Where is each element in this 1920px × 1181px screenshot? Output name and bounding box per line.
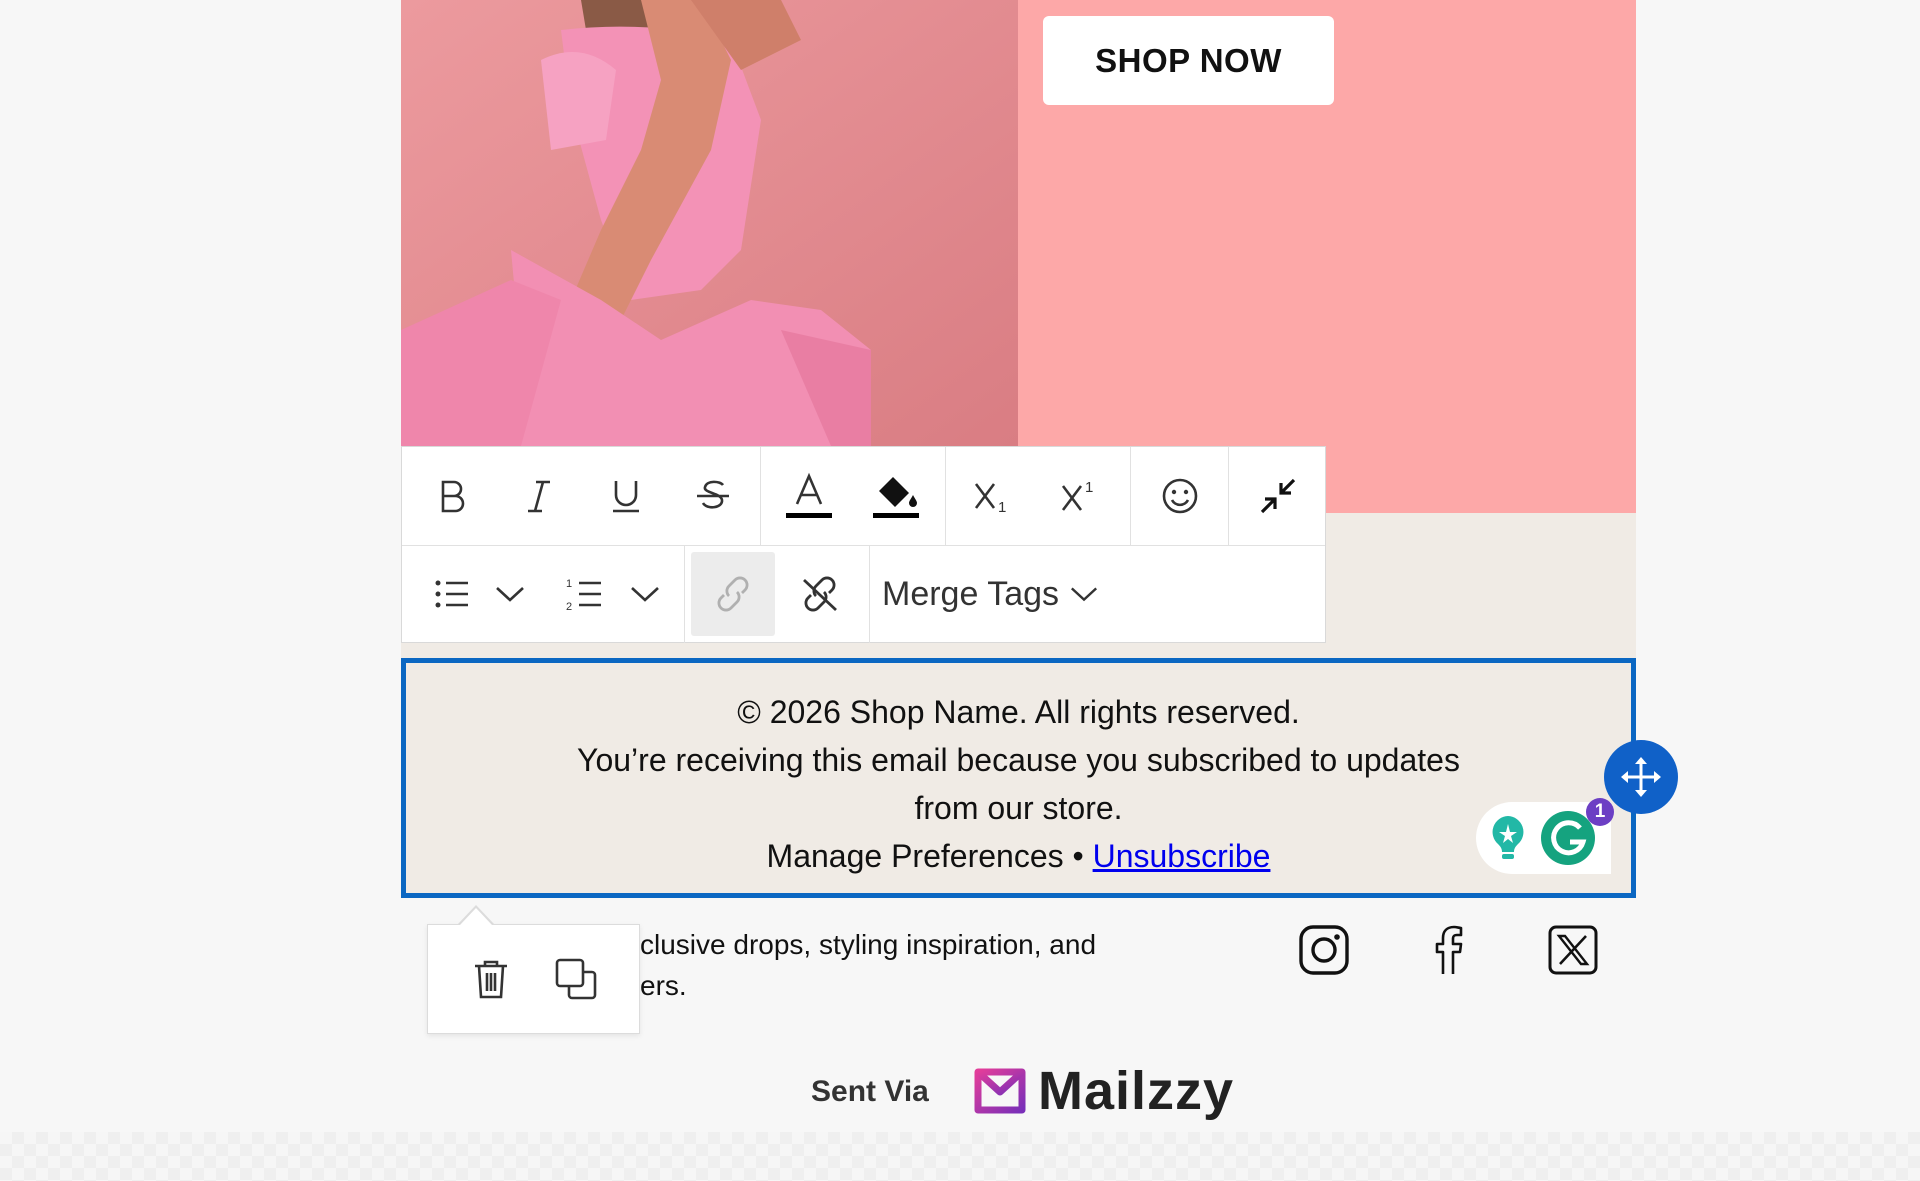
block-actions-popover: [427, 924, 640, 1034]
chevron-down-icon: [496, 587, 524, 602]
merge-tags-dropdown[interactable]: Merge Tags: [882, 559, 1099, 629]
subscript-icon: 1: [974, 483, 1006, 516]
bullet-list-icon: [435, 580, 468, 608]
toolbar-row-1: 1 1: [402, 447, 1325, 546]
background-color-button[interactable]: [861, 461, 931, 531]
subscription-reason-line-2: from our store.: [914, 790, 1123, 826]
link-separator: •: [1063, 838, 1093, 874]
italic-button[interactable]: [504, 461, 574, 531]
toolbar-divider: [869, 545, 870, 643]
superscript-button[interactable]: 1: [1046, 461, 1116, 531]
italic-icon: [528, 480, 550, 513]
paint-bucket-icon: [873, 477, 919, 518]
svg-text:1: 1: [566, 578, 572, 590]
lightbulb-icon: [1492, 816, 1524, 859]
footer-links: Manage Preferences • Unsubscribe: [406, 832, 1631, 880]
facebook-icon: [1435, 925, 1463, 974]
x-icon: [1548, 925, 1598, 975]
chevron-down-icon: [631, 587, 659, 602]
bold-icon: [441, 480, 465, 513]
transparent-background: [0, 1132, 1920, 1181]
emoji-icon: [1162, 478, 1198, 514]
toolbar-row-2: 12 Merge Tags: [402, 545, 1325, 643]
model-photo: [401, 0, 1018, 446]
duplicate-icon: [555, 958, 597, 1000]
x-link[interactable]: [1543, 920, 1603, 980]
svg-text:1: 1: [1085, 479, 1093, 496]
popover-arrow-inner: [460, 908, 492, 925]
strikethrough-button[interactable]: [678, 461, 748, 531]
link-button[interactable]: [691, 552, 775, 636]
mailzzy-logo-icon: [974, 1068, 1026, 1114]
underline-icon: [613, 481, 639, 513]
subscription-reason-line-1: You’re receiving this email because you …: [577, 742, 1460, 778]
mailzzy-wordmark: Mailzzy: [1038, 1061, 1235, 1121]
blurb-line-2: ers.: [640, 970, 687, 1001]
hero-image: [401, 0, 1018, 446]
underline-button[interactable]: [591, 461, 661, 531]
strikethrough-icon: [697, 480, 729, 509]
toolbar-divider: [1130, 447, 1131, 545]
sent-via-label: Sent Via: [811, 1075, 929, 1108]
collapse-icon: [1260, 478, 1296, 514]
trash-icon: [474, 960, 507, 999]
text-color-button[interactable]: [774, 461, 844, 531]
footer-text-block[interactable]: © 2026 Shop Name. All rights reserved. Y…: [401, 658, 1636, 898]
subscript-button[interactable]: 1: [959, 461, 1029, 531]
move-handle[interactable]: [1604, 740, 1678, 814]
numbered-list-icon: 12: [566, 578, 601, 613]
toolbar-divider: [684, 545, 685, 643]
text-color-icon: [786, 472, 832, 518]
merge-tags-label: Merge Tags: [882, 574, 1060, 613]
delete-block-button[interactable]: [461, 949, 521, 1009]
text-formatting-toolbar: 1 1 12 Merge Tags: [401, 446, 1326, 643]
mailzzy-logo[interactable]: Mailzzy: [972, 1060, 1234, 1122]
link-icon: [717, 576, 749, 612]
newsletter-blurb: clusive drops, styling inspiration, and …: [640, 924, 1160, 1006]
bold-button[interactable]: [417, 461, 487, 531]
copyright-text: © 2026 Shop Name. All rights reserved.: [737, 694, 1300, 730]
superscript-icon: 1: [1061, 479, 1093, 511]
unsubscribe-link[interactable]: Unsubscribe: [1093, 838, 1271, 874]
collapse-toolbar-button[interactable]: [1243, 461, 1313, 531]
toolbar-divider: [760, 447, 761, 545]
duplicate-block-button[interactable]: [546, 949, 606, 1009]
grammarly-count-badge: 1: [1586, 798, 1614, 826]
numbered-list-dropdown[interactable]: [620, 559, 670, 629]
bullet-list-button[interactable]: [417, 559, 487, 629]
facebook-link[interactable]: [1418, 920, 1478, 980]
shop-now-button[interactable]: SHOP NOW: [1043, 16, 1334, 105]
bullet-list-dropdown[interactable]: [485, 559, 535, 629]
svg-text:1: 1: [998, 499, 1006, 516]
instagram-icon: [1299, 925, 1349, 975]
unlink-icon: [803, 576, 837, 612]
move-icon: [1621, 757, 1661, 797]
instagram-link[interactable]: [1294, 920, 1354, 980]
manage-preferences-text: Manage Preferences: [766, 838, 1064, 874]
toolbar-divider: [1228, 447, 1229, 545]
numbered-list-button[interactable]: 12: [550, 559, 620, 629]
grammarly-widget[interactable]: 1: [1476, 798, 1614, 874]
toolbar-divider: [945, 447, 946, 545]
chevron-down-icon: [1071, 587, 1098, 602]
unlink-button[interactable]: [785, 559, 855, 629]
emoji-button[interactable]: [1145, 461, 1215, 531]
svg-text:2: 2: [566, 601, 572, 613]
blurb-line-1: clusive drops, styling inspiration, and: [640, 929, 1097, 960]
